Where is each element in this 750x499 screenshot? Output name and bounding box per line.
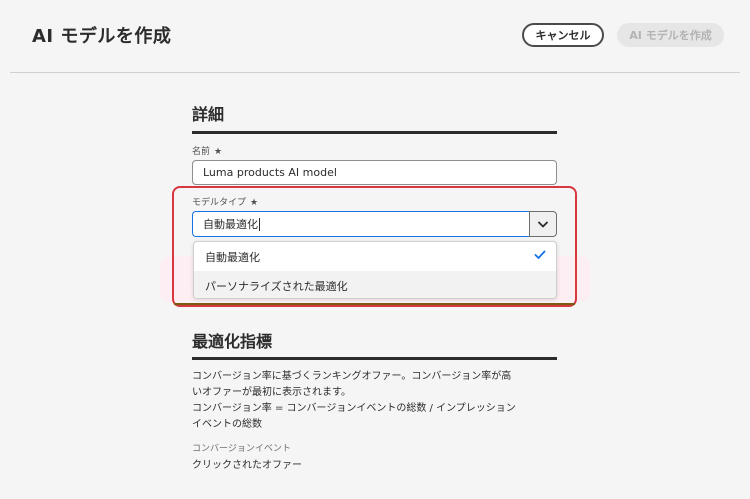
conversion-event-label: コンバージョンイベント xyxy=(192,444,291,454)
chevron-down-icon xyxy=(538,221,548,227)
annotation-highlight-edge xyxy=(174,303,575,305)
details-heading: 詳細 xyxy=(192,105,225,124)
model-type-menu: 自動最適化 パーソナライズされた最適化 xyxy=(193,241,557,299)
model-type-label: モデルタイプ ★ xyxy=(192,195,258,208)
name-field-label: 名前 ★ xyxy=(192,144,222,157)
model-type-value: 自動最適化 xyxy=(203,218,258,231)
model-type-combobox[interactable]: 自動最適化 xyxy=(192,211,557,237)
menu-item-auto-optimization[interactable]: 自動最適化 xyxy=(194,242,556,271)
description-line: コンバージョン率に基づくランキングオファー。コンバージョン率が高 xyxy=(192,371,512,382)
model-type-input[interactable]: 自動最適化 xyxy=(192,211,529,237)
optimization-divider xyxy=(192,357,557,360)
name-field-value: Luma products AI model xyxy=(203,166,337,179)
page-header: AI モデルを作成 キャンセル AI モデルを作成 xyxy=(0,0,750,72)
required-star-icon: ★ xyxy=(250,198,259,208)
create-ai-model-page: AI モデルを作成 キャンセル AI モデルを作成 詳細 名前 ★ Luma pr… xyxy=(0,0,750,499)
create-ai-model-button[interactable]: AI モデルを作成 xyxy=(617,23,724,47)
details-divider xyxy=(192,131,557,134)
text-cursor xyxy=(259,217,260,231)
cancel-button[interactable]: キャンセル xyxy=(522,23,604,47)
conversion-event-value: クリックされたオファー xyxy=(192,460,302,471)
menu-item-label: 自動最適化 xyxy=(205,250,260,264)
name-field[interactable]: Luma products AI model xyxy=(192,160,557,185)
required-star-icon: ★ xyxy=(214,147,223,157)
optimization-description: コンバージョン率に基づくランキングオファー。コンバージョン率が高 いオファーが最… xyxy=(192,369,557,433)
formula-line: コンバージョン率 = コンバージョンイベントの総数 / インプレッション xyxy=(192,403,516,414)
description-line: いオファーが最初に表示されます。 xyxy=(192,387,351,398)
menu-item-personalized-optimization[interactable]: パーソナライズされた最適化 xyxy=(194,271,556,298)
optimization-metric-heading: 最適化指標 xyxy=(192,332,273,351)
model-type-label-text: モデルタイプ xyxy=(192,198,247,208)
model-type-dropdown-button[interactable] xyxy=(529,211,557,237)
header-divider xyxy=(10,72,740,73)
menu-item-label: パーソナライズされた最適化 xyxy=(205,279,348,293)
name-label-text: 名前 xyxy=(192,147,211,157)
page-title: AI モデルを作成 xyxy=(32,26,172,47)
formula-line: イベントの総数 xyxy=(192,419,262,430)
checkmark-icon xyxy=(534,250,546,259)
